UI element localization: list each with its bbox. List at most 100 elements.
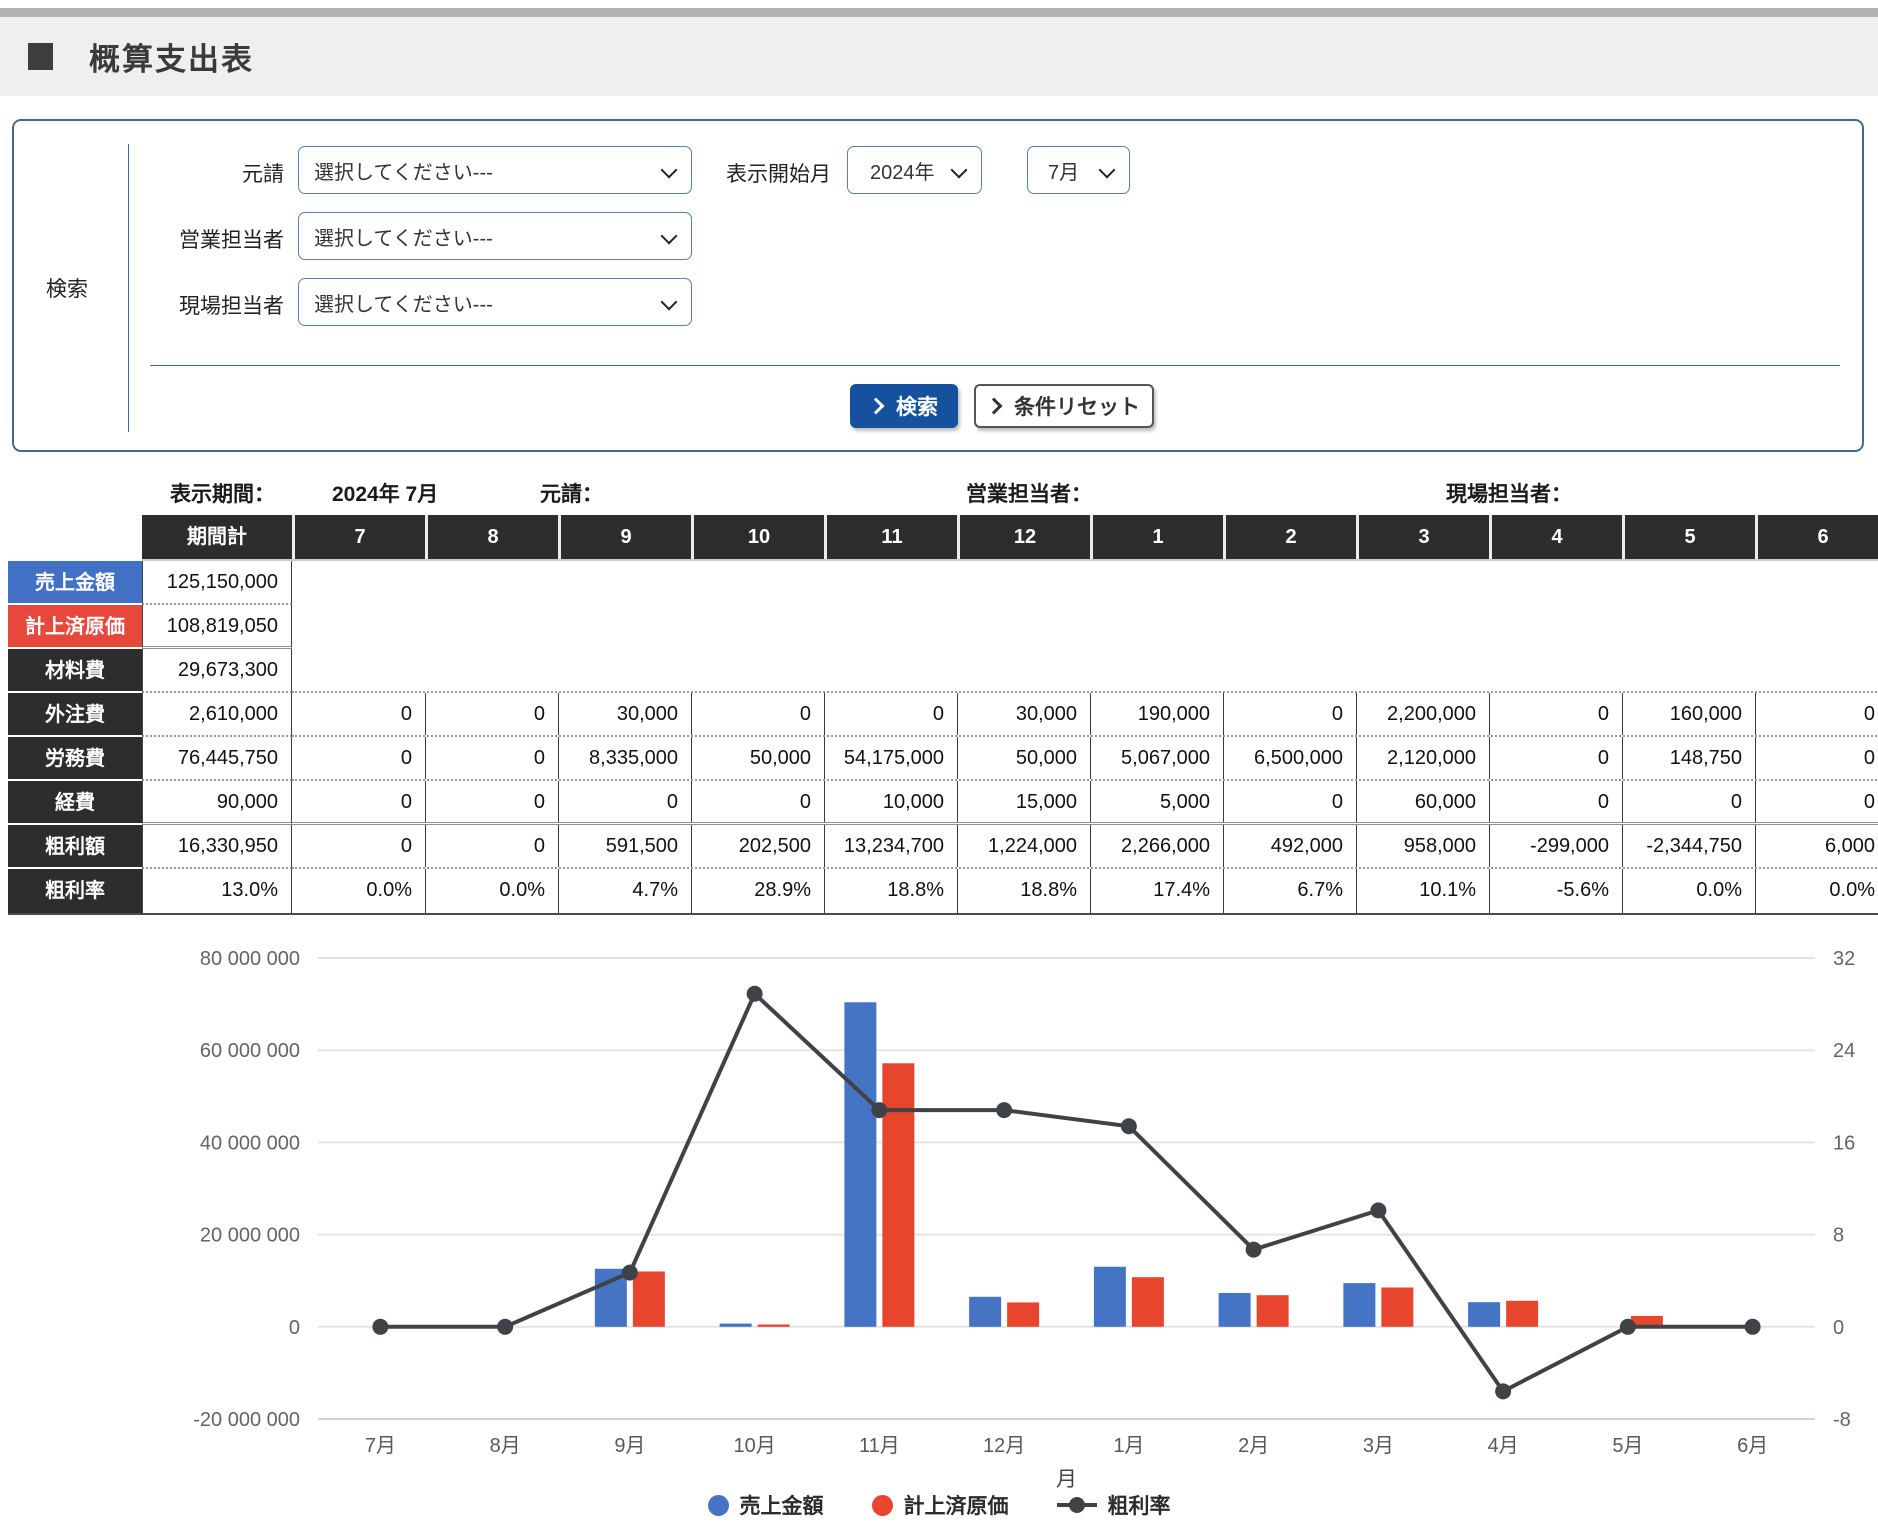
row-label: 労務費 [8,737,142,781]
table-row: 粗利率13.0%0.0%0.0%4.7%28.9%18.8%18.8%17.4%… [8,869,1878,913]
display-period-value: 2024年 7月 [332,478,438,508]
sales-legend-dot-icon [708,1495,729,1516]
top-divider [0,8,1878,17]
left-axis-tick: 60 000 000 [200,1040,300,1062]
month-value-cell: 0.0% [425,869,558,913]
month-cells: 00591,500202,50013,234,7001,224,0002,266… [292,825,1878,869]
row-label: 材料費 [8,649,142,693]
month-value-cell: 8,335,000 [558,737,691,779]
month-value-cell: 6,500,000 [1223,737,1356,779]
cost-bar [1506,1301,1538,1327]
right-axis-tick: -8 [1833,1409,1851,1431]
site-rep-summary-label: 現場担当者： [1446,478,1572,508]
profit-rate-point [1121,1118,1137,1134]
month-cells: 0.0%0.0%4.7%28.9%18.8%18.8%17.4%6.7%10.1… [292,869,1878,913]
chevron-down-icon [661,228,678,245]
month-value-cell: 0 [558,781,691,822]
month-value-cell: 0 [1489,737,1622,779]
contractor-summary-label: 元請： [540,478,603,508]
month-cells [292,605,1878,649]
row-label: 計上済原価 [8,605,142,649]
legend-item-cost: 計上済原価 [872,1490,1009,1520]
month-value-cell: 18.8% [824,869,957,913]
period-total-cell: 90,000 [142,781,292,825]
month-header-cell: 7 [292,515,425,559]
month-value-cell: 148,750 [1622,737,1755,779]
chevron-right-icon [868,398,885,415]
sales-bar [1468,1302,1500,1327]
sales-bar [844,1002,876,1327]
month-value-cell: 0 [292,737,425,779]
right-axis-tick: 32 [1833,948,1855,970]
month-value-cell: 2,120,000 [1356,737,1489,779]
period-total-cell: 13.0% [142,869,292,913]
reset-button-label: 条件リセット [1014,391,1140,421]
row-label: 売上金額 [8,561,142,605]
left-axis-tick: 0 [289,1317,300,1339]
legend-item-profit-rate: 粗利率 [1057,1490,1171,1520]
x-axis-tick: 1月 [1113,1435,1144,1457]
month-value-cell: 54,175,000 [824,737,957,779]
month-value-cell: 0 [1489,781,1622,822]
left-axis-tick: 80 000 000 [200,948,300,970]
month-value-cell: -5.6% [1489,869,1622,913]
month-value-cell: 0 [425,781,558,822]
left-axis-tick: 40 000 000 [200,1132,300,1154]
profit-rate-point [1745,1319,1761,1335]
month-value-cell: 10,000 [824,781,957,822]
month-value-cell: 0.0% [1622,869,1755,913]
month-value-cell: 18.8% [957,869,1090,913]
profit-rate-point [622,1265,638,1281]
profit-rate-line-marker-icon [1057,1494,1097,1516]
x-axis-title: 月 [1056,1468,1077,1491]
row-label: 経費 [8,781,142,825]
profit-rate-point [996,1102,1012,1118]
cost-bar [1381,1287,1413,1326]
start-month-select[interactable]: 7月 [1027,146,1130,194]
contractor-select[interactable]: 選択してください--- [298,146,692,194]
x-axis-tick: 9月 [614,1435,645,1457]
sales-bar [1219,1293,1251,1327]
table-row: 経費90,000000010,00015,0005,000060,000000 [8,781,1878,825]
contractor-select-value: 選択してください--- [299,156,493,185]
period-total-cell: 29,673,300 [142,649,292,693]
month-value-cell: 2,266,000 [1090,825,1223,867]
month-value-cell: 1,224,000 [957,825,1090,867]
right-axis-tick: 16 [1833,1132,1855,1154]
sales-bar [1343,1283,1375,1327]
month-value-cell: 0 [1755,737,1878,779]
reset-conditions-button[interactable]: 条件リセット [974,384,1154,428]
month-header-cell: 9 [558,515,691,559]
table-row: 粗利額16,330,95000591,500202,50013,234,7001… [8,825,1878,869]
sales-bar [595,1269,627,1327]
period-total-cell: 76,445,750 [142,737,292,781]
month-value-cell: 0 [691,693,824,735]
cost-bar [1257,1295,1289,1327]
x-axis-tick: 8月 [490,1435,521,1457]
period-total-cell: 2,610,000 [142,693,292,737]
contractor-label: 元請 [134,158,284,188]
search-button[interactable]: 検索 [850,384,958,428]
month-value-cell: 0 [292,825,425,867]
start-month-value: 7月 [1028,156,1079,185]
table-row: 外注費2,610,0000030,0000030,000190,00002,20… [8,693,1878,737]
period-total-cell: 125,150,000 [142,561,292,605]
cost-bar [758,1325,790,1327]
row-label: 粗利額 [8,825,142,869]
right-axis-tick: 24 [1833,1040,1855,1062]
month-cells [292,561,1878,605]
month-value-cell: 60,000 [1356,781,1489,822]
search-panel: 検索 元請 選択してください--- 営業担当者 選択してください--- 現場担当… [12,119,1864,452]
profit-rate-point [497,1319,513,1335]
cost-bar [1631,1316,1663,1327]
start-year-select[interactable]: 2024年 [847,146,982,194]
table-header-row: 期間計789101112123456 [142,515,1878,561]
month-value-cell: 958,000 [1356,825,1489,867]
profit-rate-point [1370,1202,1386,1218]
x-axis-tick: 12月 [983,1435,1025,1457]
month-value-cell: 0 [691,781,824,822]
chevron-down-icon [951,162,968,179]
site-rep-select[interactable]: 選択してください--- [298,278,692,326]
sales-rep-select[interactable]: 選択してください--- [298,212,692,260]
row-label: 粗利率 [8,869,142,913]
